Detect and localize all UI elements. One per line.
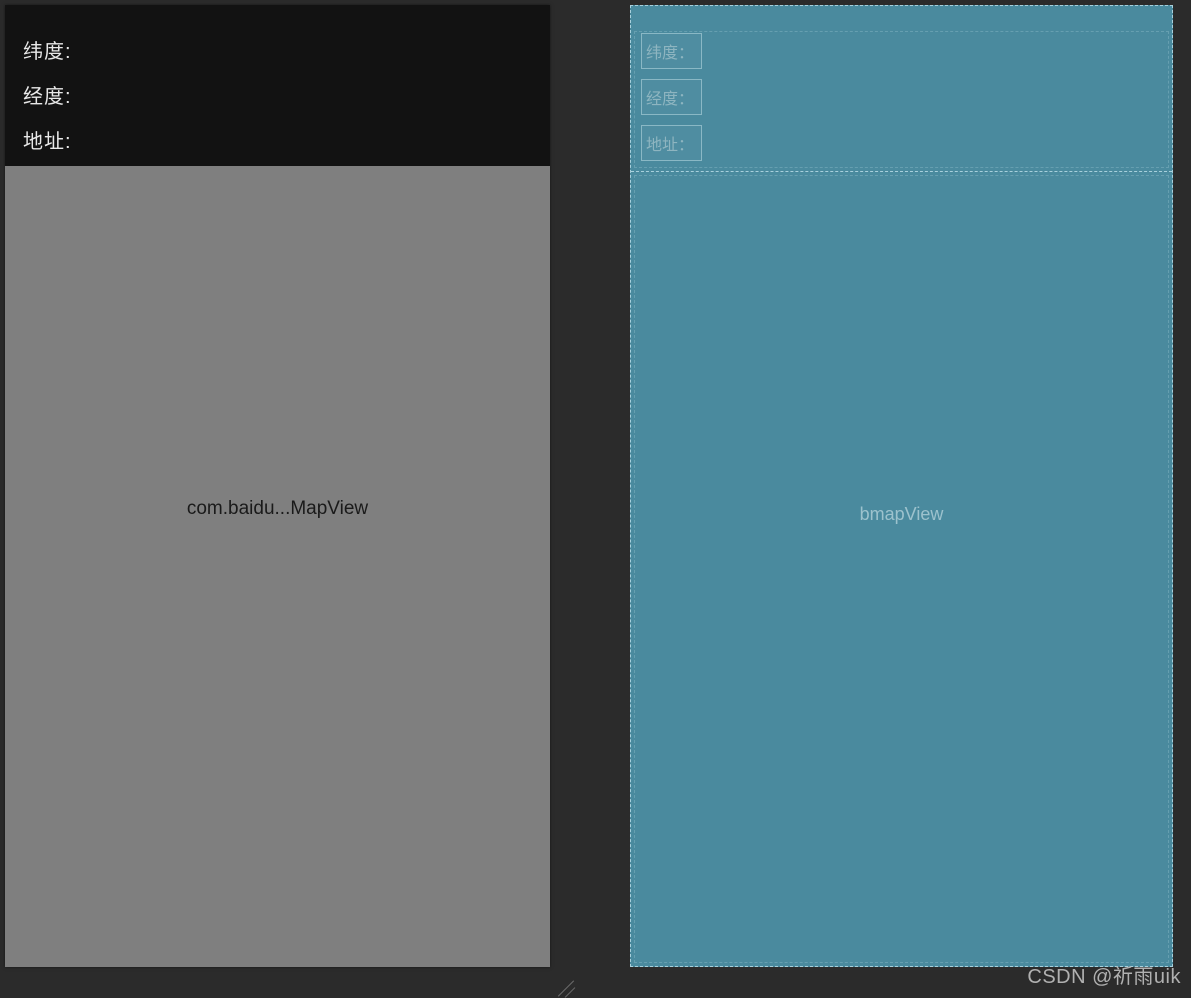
- resize-handle-icon: [553, 977, 583, 995]
- blueprint-latitude-label[interactable]: 纬度：: [641, 33, 702, 69]
- map-view-classname: com.baidu...MapView: [187, 498, 368, 520]
- blueprint-longitude-label[interactable]: 经度：: [641, 79, 702, 115]
- info-header: 纬度: 经度: 地址:: [5, 5, 550, 166]
- blueprint-info-header: 纬度： 经度： 地址：: [631, 6, 1172, 172]
- longitude-label: 经度:: [23, 80, 532, 109]
- preview-panel: 纬度: 经度: 地址: com.baidu...MapView: [5, 5, 550, 967]
- blueprint-panel[interactable]: 纬度： 经度： 地址： bmapView: [630, 5, 1173, 967]
- map-view-preview[interactable]: com.baidu...MapView: [5, 166, 550, 967]
- latitude-label: 纬度:: [23, 35, 532, 64]
- blueprint-map-id: bmapView: [860, 504, 944, 525]
- address-label: 地址:: [23, 125, 532, 154]
- blueprint-address-label[interactable]: 地址：: [641, 125, 702, 161]
- watermark-text: CSDN @祈雨uik: [1027, 960, 1181, 989]
- blueprint-map-view[interactable]: bmapView: [631, 172, 1172, 966]
